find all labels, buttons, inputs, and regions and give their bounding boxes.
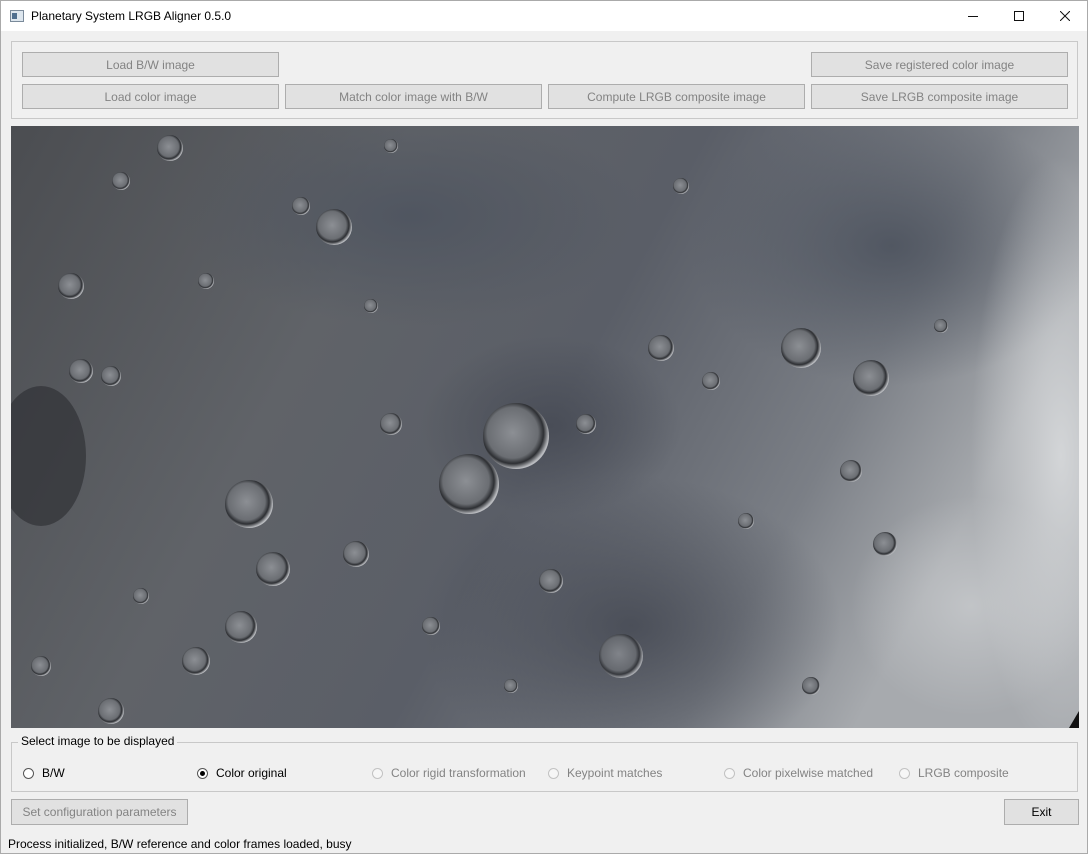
save-registered-button[interactable]: Save registered color image bbox=[811, 52, 1068, 77]
image-viewer[interactable] bbox=[11, 126, 1079, 728]
radio-keypoint-matches[interactable]: Keypoint matches bbox=[548, 765, 662, 781]
radio-bw-label: B/W bbox=[42, 766, 65, 780]
window-title: Planetary System LRGB Aligner 0.5.0 bbox=[31, 9, 232, 23]
minimize-icon bbox=[968, 16, 978, 17]
close-icon bbox=[1060, 11, 1070, 21]
moon-image bbox=[11, 126, 1079, 728]
radio-color-original-indicator[interactable] bbox=[197, 767, 208, 779]
display-group-title: Select image to be displayed bbox=[18, 734, 178, 748]
app-icon bbox=[10, 10, 24, 22]
maximize-icon bbox=[1014, 11, 1024, 21]
radio-color-rigid-label: Color rigid transformation bbox=[391, 766, 526, 780]
radio-keypoint-matches-indicator[interactable] bbox=[548, 767, 559, 779]
radio-color-pixelwise-indicator[interactable] bbox=[724, 767, 735, 779]
compute-lrgb-button[interactable]: Compute LRGB composite image bbox=[548, 84, 805, 109]
match-color-button[interactable]: Match color image with B/W bbox=[285, 84, 542, 109]
close-button[interactable] bbox=[1042, 1, 1088, 31]
exit-button[interactable]: Exit bbox=[1004, 799, 1079, 825]
radio-bw[interactable]: B/W bbox=[23, 765, 65, 781]
display-selection-group: Select image to be displayed B/W Color o… bbox=[11, 734, 1078, 792]
maximize-button[interactable] bbox=[996, 1, 1042, 31]
title-bar[interactable]: Planetary System LRGB Aligner 0.5.0 bbox=[1, 1, 1087, 31]
set-config-button[interactable]: Set configuration parameters bbox=[11, 799, 188, 825]
radio-keypoint-matches-label: Keypoint matches bbox=[567, 766, 663, 780]
radio-color-original-label: Color original bbox=[216, 766, 287, 780]
main-window: Planetary System LRGB Aligner 0.5.0 Load… bbox=[0, 0, 1088, 854]
action-panel: Load B/W image Load color image Match co… bbox=[11, 41, 1078, 119]
radio-color-rigid-indicator[interactable] bbox=[372, 767, 383, 779]
load-bw-button[interactable]: Load B/W image bbox=[22, 52, 279, 77]
status-bar-text: Process initialized, B/W reference and c… bbox=[8, 837, 352, 851]
radio-bw-indicator[interactable] bbox=[23, 767, 34, 779]
load-color-button[interactable]: Load color image bbox=[22, 84, 279, 109]
radio-color-pixelwise-label: Color pixelwise matched bbox=[743, 766, 874, 780]
radio-color-pixelwise[interactable]: Color pixelwise matched bbox=[724, 765, 873, 781]
minimize-button[interactable] bbox=[950, 1, 996, 31]
radio-color-rigid[interactable]: Color rigid transformation bbox=[372, 765, 526, 781]
radio-lrgb-composite-indicator[interactable] bbox=[899, 767, 910, 779]
radio-lrgb-composite[interactable]: LRGB composite bbox=[899, 765, 1009, 781]
radio-color-original[interactable]: Color original bbox=[197, 765, 287, 781]
radio-lrgb-composite-label: LRGB composite bbox=[918, 766, 1009, 780]
save-lrgb-button[interactable]: Save LRGB composite image bbox=[811, 84, 1068, 109]
